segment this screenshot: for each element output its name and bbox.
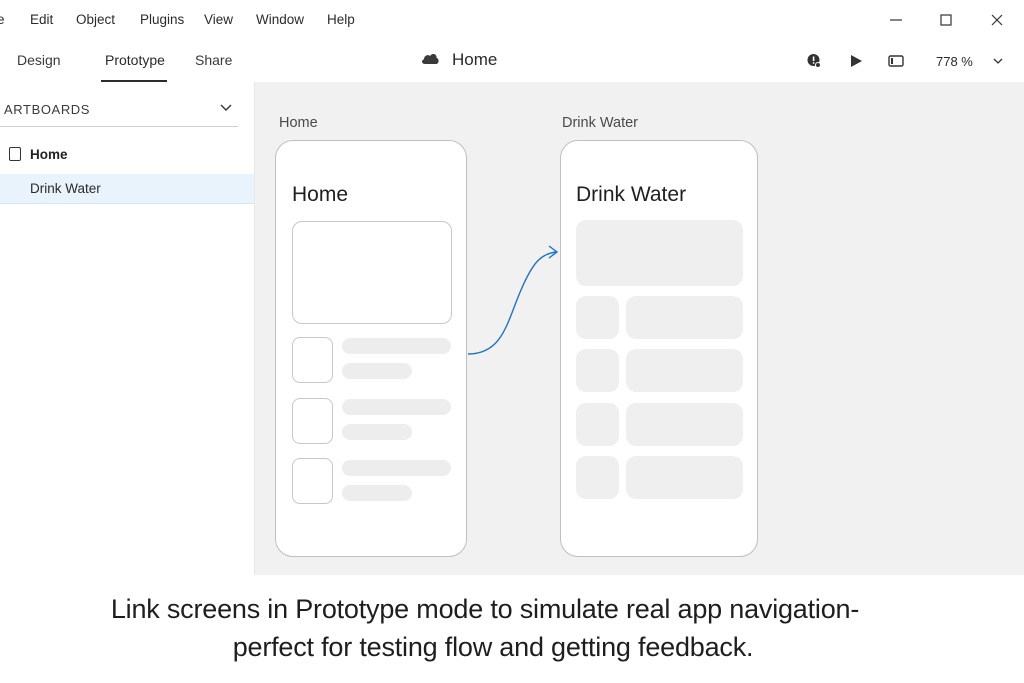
sidebar-item-label: Home (30, 146, 68, 162)
chevron-down-icon[interactable] (988, 51, 1008, 71)
tab-share[interactable]: Share (195, 52, 232, 68)
menu-bar: e Edit Object Plugins View Window Help (0, 0, 1024, 40)
document-title[interactable]: Home (420, 50, 497, 70)
panel-divider (0, 126, 238, 127)
sidebar-item-drink-water[interactable]: Drink Water (0, 174, 254, 204)
prototype-link-wire[interactable] (255, 82, 1024, 575)
caption-line-1: Link screens in Prototype mode to simula… (110, 594, 860, 624)
zoom-level[interactable]: 778 % (936, 54, 973, 69)
cloud-icon (420, 51, 440, 70)
mode-toolbar: Design Prototype Share Home 778 % (0, 40, 1024, 82)
menu-object[interactable]: Object (76, 12, 115, 27)
menu-window[interactable]: Window (256, 12, 304, 27)
sidebar-item-label: Drink Water (30, 181, 101, 196)
maximize-icon[interactable] (936, 10, 956, 30)
tab-design[interactable]: Design (17, 52, 61, 68)
caption-line-2: perfect for testing flow and getting fee… (232, 632, 754, 662)
menu-view[interactable]: View (204, 12, 233, 27)
design-canvas[interactable]: Home Drink Water Home Drink Water (255, 82, 1024, 575)
device-preview-icon[interactable] (886, 51, 906, 71)
minimize-icon[interactable] (886, 10, 906, 30)
close-icon[interactable] (987, 10, 1007, 30)
menu-help[interactable]: Help (327, 12, 355, 27)
menu-plugins[interactable]: Plugins (140, 12, 184, 27)
sidebar-item-home[interactable]: Home (0, 140, 254, 168)
artboard-icon (9, 147, 21, 161)
collapse-chevron-icon[interactable] (218, 100, 234, 116)
tab-prototype[interactable]: Prototype (105, 52, 165, 68)
menu-file[interactable]: e (0, 12, 5, 27)
artboards-panel: ARTBOARDS Home Drink Water (0, 82, 255, 575)
play-icon[interactable] (846, 51, 866, 71)
caption: Link screens in Prototype mode to simula… (0, 575, 1024, 683)
artboards-heading: ARTBOARDS (4, 102, 91, 117)
menu-edit[interactable]: Edit (30, 12, 53, 27)
document-title-text: Home (452, 50, 498, 69)
user-alert-icon[interactable] (804, 51, 824, 71)
